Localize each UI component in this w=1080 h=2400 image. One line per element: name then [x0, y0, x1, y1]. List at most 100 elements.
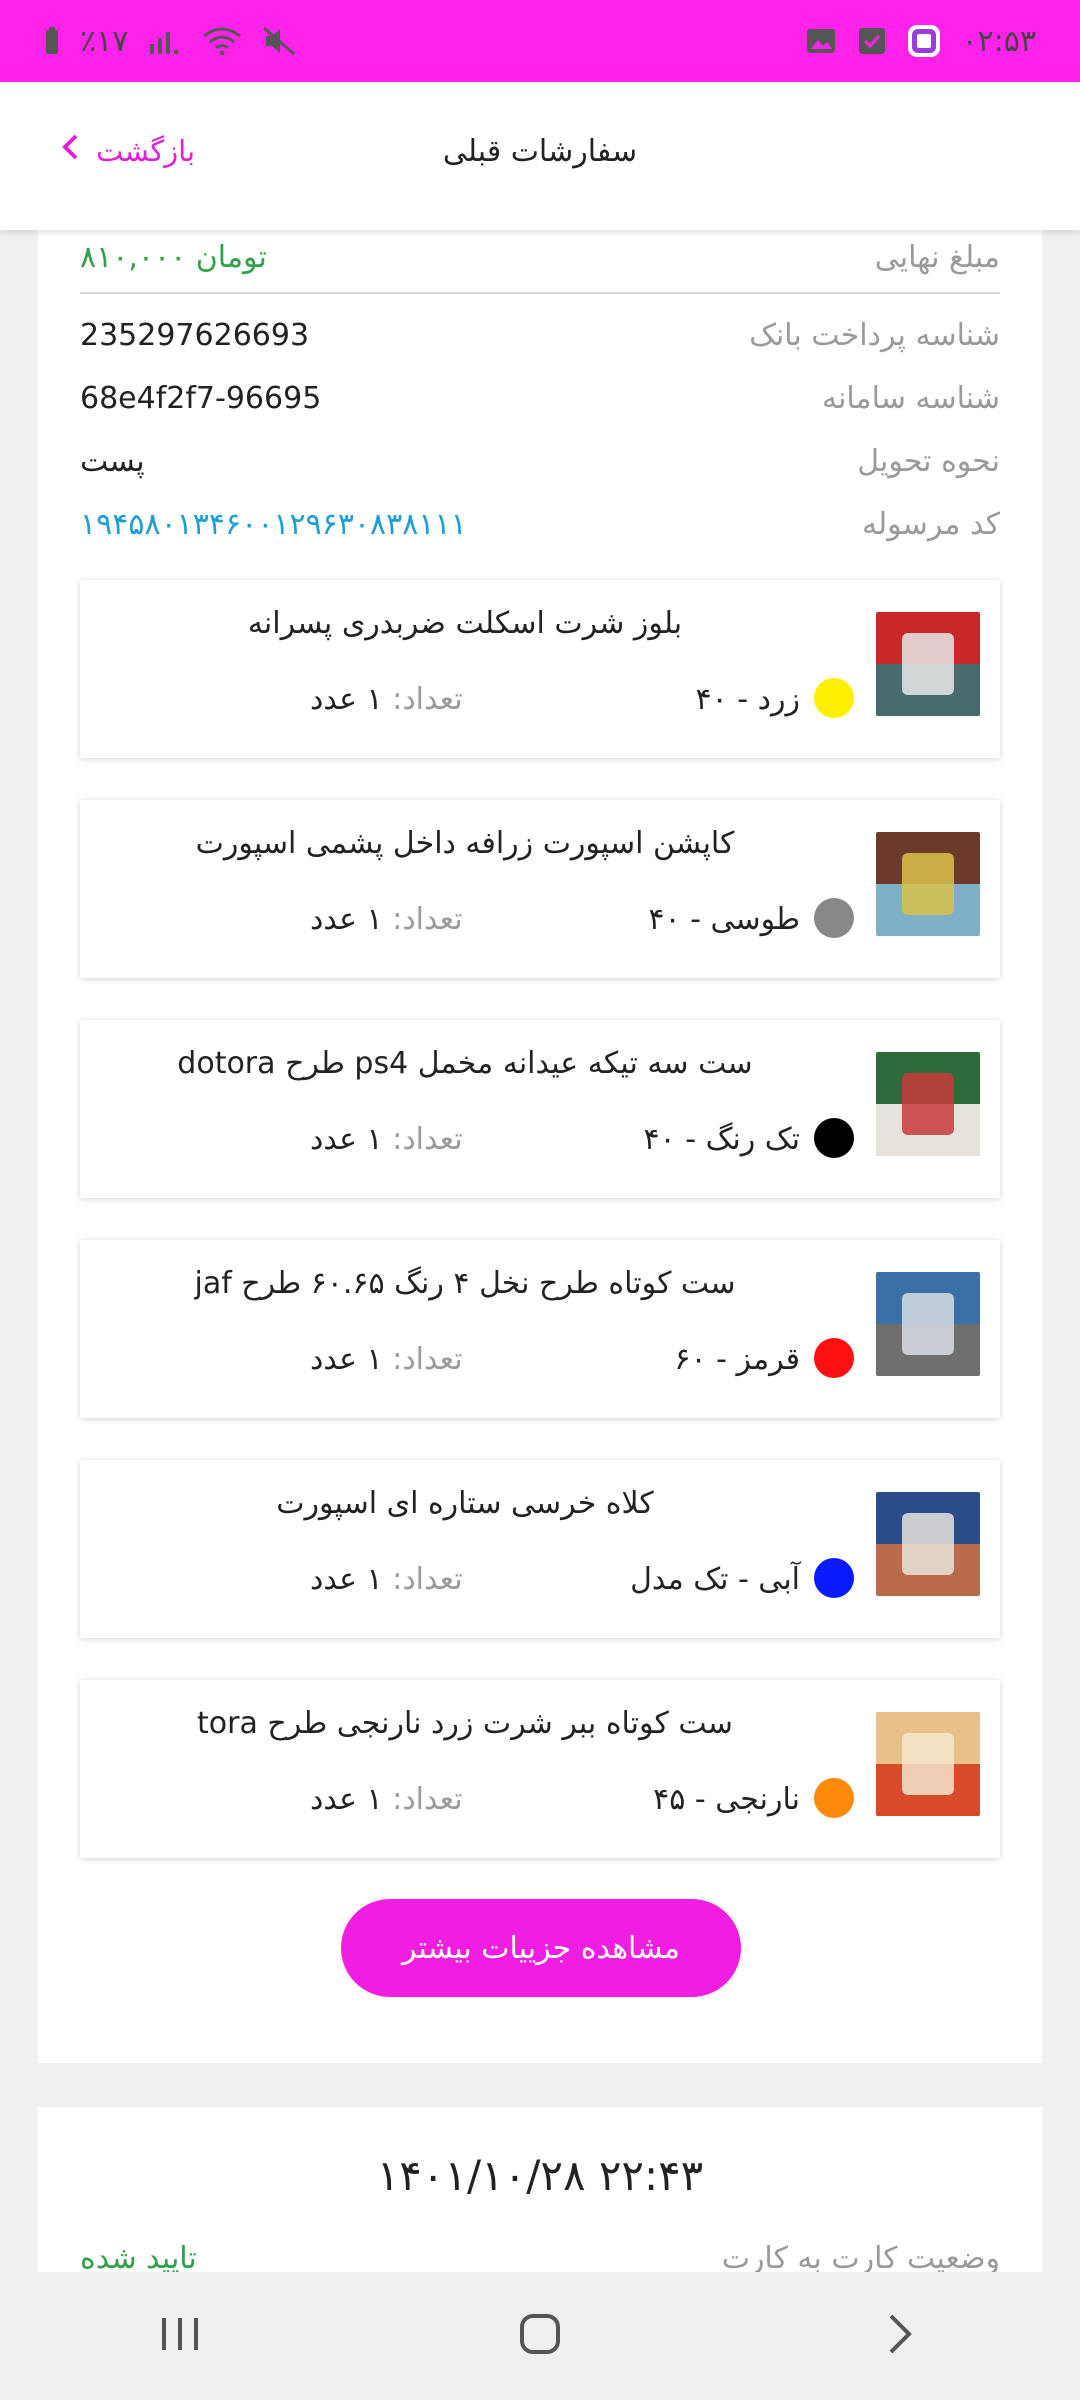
quantity-label: تعداد: — [392, 1122, 463, 1157]
color-swatch — [814, 1118, 854, 1158]
home-icon — [518, 2312, 562, 2360]
chevron-right-icon — [885, 2312, 915, 2360]
quantity-label: تعداد: — [392, 1782, 463, 1817]
checkbox-icon — [857, 26, 887, 56]
order-item[interactable]: ست کوتاه طرح نخل ۴ رنگ ۶۰.۶۵ طرح jaf قرم… — [80, 1240, 1000, 1418]
product-thumbnail — [876, 1492, 980, 1596]
order-items: بلوز شرت اسکلت ضربدری پسرانه زرد - ۴۰ تع… — [80, 580, 1000, 1900]
product-title: کلاه خرسی ستاره ای اسپورت — [276, 1486, 654, 1521]
thumb-part — [902, 852, 954, 916]
card-transfer-status-label: وضعیت کارت به کارت — [721, 2241, 1000, 2272]
bank-payment-id-label: شناسه پرداخت بانک — [749, 318, 1000, 353]
back-label: بازگشت — [96, 133, 196, 168]
quantity-value: ۱ عدد — [310, 682, 383, 717]
final-amount-label: مبلغ نهایی — [874, 240, 1000, 275]
bank-payment-id-row: شناسه پرداخت بانک 235297626693 — [80, 318, 1000, 353]
quantity-label: تعداد: — [392, 1342, 463, 1377]
quantity-value: ۱ عدد — [310, 902, 383, 937]
tracking-code-value[interactable]: ۱۹۴۵۸۰۱۳۴۶۰۰۱۲۹۶۳۰۸۳۸۱۱۱ — [80, 507, 467, 542]
order-item[interactable]: بلوز شرت اسکلت ضربدری پسرانه زرد - ۴۰ تع… — [80, 580, 1000, 758]
delivery-method-label: نحوه تحویل — [857, 444, 1000, 479]
status-right: ۰۲:۵۳ — [805, 24, 1036, 59]
delivery-method-value: پست — [80, 444, 145, 479]
quantity: تعداد: ۱ عدد — [310, 1562, 463, 1597]
product-title: ست کوتاه طرح نخل ۴ رنگ ۶۰.۶۵ طرح jaf — [194, 1266, 736, 1301]
quantity: تعداد: ۱ عدد — [310, 1782, 463, 1817]
thumb-part — [902, 1512, 954, 1576]
quantity-label: تعداد: — [392, 902, 463, 937]
battery-icon — [44, 26, 60, 56]
order-item[interactable]: کلاه خرسی ستاره ای اسپورت آبی - تک مدل ت… — [80, 1460, 1000, 1638]
product-title: ست سه تیکه عیدانه مخمل ps4 طرح dotora — [177, 1046, 753, 1081]
product-thumbnail — [876, 612, 980, 716]
card-transfer-status-value: تایید شده — [80, 2241, 197, 2272]
quantity-label: تعداد: — [392, 1562, 463, 1597]
color-swatch — [814, 1558, 854, 1598]
clock: ۰۲:۵۳ — [961, 23, 1036, 59]
card-transfer-status-row: وضعیت کارت به کارت تایید شده — [80, 2241, 1000, 2272]
product-thumbnail — [876, 1712, 980, 1816]
thumb-part — [902, 1292, 954, 1356]
quantity-value: ۱ عدد — [310, 1782, 383, 1817]
system-id-row: شناسه سامانه 68e4f2f7-96695 — [80, 381, 1000, 416]
tracking-code-row: کد مرسوله ۱۹۴۵۸۰۱۳۴۶۰۰۱۲۹۶۳۰۸۳۸۱۱۱ — [80, 507, 1000, 542]
quantity-label: تعداد: — [392, 682, 463, 717]
bank-payment-id-value: 235297626693 — [80, 318, 310, 353]
product-thumbnail — [876, 832, 980, 936]
system-id-value: 68e4f2f7-96695 — [80, 381, 322, 416]
delivery-method-row: نحوه تحویل پست — [80, 444, 1000, 479]
quantity-value: ۱ عدد — [310, 1562, 383, 1597]
system-nav-bar — [0, 2272, 1080, 2400]
product-variant: طوسی - ۴۰ — [648, 902, 800, 937]
home-button[interactable] — [480, 2296, 600, 2376]
order-date: ۱۴۰۱/۱۰/۲۸ ۲۲:۴۳ — [376, 2151, 704, 2200]
signal-icon — [148, 26, 182, 56]
product-title: کاپشن اسپورت زرافه داخل پشمی اسپورت — [195, 826, 735, 861]
product-thumbnail — [876, 1272, 980, 1376]
color-swatch — [814, 678, 854, 718]
wifi-icon — [202, 26, 242, 56]
thumb-part — [902, 632, 954, 696]
order-item[interactable]: ست کوتاه ببر شرت زرد نارنجی طرح tora نار… — [80, 1680, 1000, 1858]
quantity-value: ۱ عدد — [310, 1122, 383, 1157]
order-card: مبلغ نهایی ۸۱۰,۰۰۰ تومان شناسه پرداخت با… — [38, 230, 1042, 2063]
view-more-details-button[interactable]: مشاهده جزییات بیشتر — [341, 1899, 741, 1997]
final-amount-value: ۸۱۰,۰۰۰ تومان — [80, 240, 267, 275]
product-title: ست کوتاه ببر شرت زرد نارنجی طرح tora — [197, 1706, 733, 1741]
order-item[interactable]: کاپشن اسپورت زرافه داخل پشمی اسپورت طوسی… — [80, 800, 1000, 978]
tracking-code-label: کد مرسوله — [861, 507, 1000, 542]
product-variant: نارنجی - ۴۵ — [653, 1782, 800, 1817]
order-card: ۱۴۰۱/۱۰/۲۸ ۲۲:۴۳ وضعیت کارت به کارت تایی… — [38, 2107, 1042, 2272]
product-variant: تک رنگ - ۴۰ — [643, 1122, 800, 1157]
divider — [80, 292, 1000, 294]
color-swatch — [814, 1778, 854, 1818]
app-header: سفارشات قبلی بازگشت — [0, 82, 1080, 230]
product-title: بلوز شرت اسکلت ضربدری پسرانه — [247, 606, 683, 641]
product-variant: زرد - ۴۰ — [695, 682, 800, 717]
quantity: تعداد: ۱ عدد — [310, 1122, 463, 1157]
quantity: تعداد: ۱ عدد — [310, 1342, 463, 1377]
back-button[interactable]: بازگشت — [60, 132, 195, 169]
chevron-left-icon — [60, 132, 80, 169]
product-thumbnail — [876, 1052, 980, 1156]
battery-level: ٪۱۷ — [80, 23, 129, 59]
product-variant: آبی - تک مدل — [630, 1562, 800, 1597]
quantity: تعداد: ۱ عدد — [310, 902, 463, 937]
recent-apps-icon — [158, 2314, 202, 2358]
color-swatch — [814, 1338, 854, 1378]
thumb-part — [902, 1732, 954, 1796]
gallery-icon — [805, 26, 837, 56]
thumb-part — [902, 1072, 954, 1136]
status-bar: ٪۱۷ ۰۲:۵۳ — [0, 0, 1080, 82]
product-variant: قرمز - ۶۰ — [674, 1342, 800, 1377]
order-item[interactable]: ست سه تیکه عیدانه مخمل ps4 طرح dotora تک… — [80, 1020, 1000, 1198]
quantity: تعداد: ۱ عدد — [310, 682, 463, 717]
status-left: ٪۱۷ — [44, 24, 296, 59]
mute-icon — [262, 26, 296, 56]
final-amount-row: مبلغ نهایی ۸۱۰,۰۰۰ تومان — [80, 240, 1000, 275]
recent-apps-button[interactable] — [120, 2296, 240, 2376]
system-id-label: شناسه سامانه — [821, 381, 1000, 416]
orders-list[interactable]: مبلغ نهایی ۸۱۰,۰۰۰ تومان شناسه پرداخت با… — [0, 230, 1080, 2272]
color-swatch — [814, 898, 854, 938]
back-nav-button[interactable] — [840, 2296, 960, 2376]
